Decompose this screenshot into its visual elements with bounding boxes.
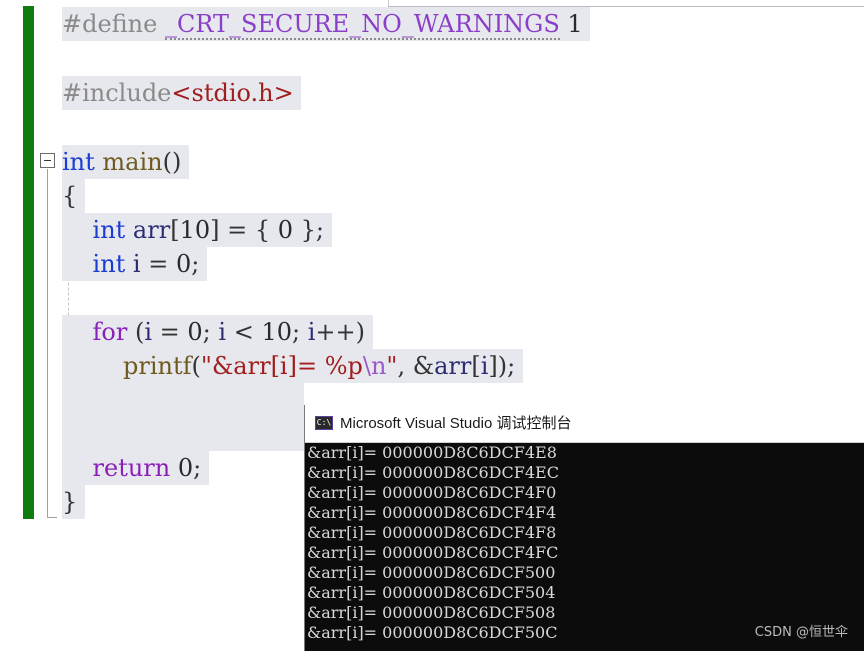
code-line-blank-3 [62, 417, 304, 451]
close-brace: } [62, 488, 78, 516]
keyword-return: return [92, 454, 171, 482]
punct: }; [293, 216, 325, 244]
keyword-int: int [92, 250, 126, 278]
punct: ; [202, 318, 219, 346]
function-call: printf [123, 352, 192, 380]
keyword-for: for [92, 318, 128, 346]
punct: ++) [315, 318, 365, 346]
console-output-line: &arr[i]= 000000D8C6DCF508 [307, 603, 556, 622]
punct: ] = { [210, 216, 278, 244]
code-line-printf: printf("&arr[i]= %p\n", &arr[i]); [62, 349, 523, 383]
code-line-blank-2 [62, 383, 304, 417]
punct: ; [292, 318, 308, 346]
string-literal: "&arr[i]= %p [200, 352, 363, 380]
identifier: i [218, 318, 227, 346]
code-line-return: return 0; [62, 451, 209, 485]
console-output-line: &arr[i]= 000000D8C6DCF4F4 [307, 503, 557, 522]
number: 10 [179, 216, 211, 244]
console-output-line: &arr[i]= 000000D8C6DCF500 [307, 563, 556, 582]
code-line-define: #define _CRT_SECURE_NO_WARNINGS 1 [62, 7, 591, 41]
macro-name: _CRT_SECURE_NO_WARNINGS [164, 10, 560, 40]
console-output-line: &arr[i]= 000000D8C6DCF4F8 [307, 523, 557, 542]
identifier: i [144, 318, 153, 346]
number: 0 [177, 454, 194, 482]
console-output-line: &arr[i]= 000000D8C6DCF4F0 [307, 483, 557, 502]
identifier: i [125, 250, 141, 278]
code-line-close-brace: } [62, 485, 85, 519]
console-output-line: &arr[i]= 000000D8C6DCF504 [307, 583, 556, 602]
console-app-icon: C:\ [315, 416, 333, 430]
console-output-line: &arr[i]= 000000D8C6DCF4FC [307, 543, 559, 562]
code-line-for: for (i = 0; i < 10; i++) [62, 315, 373, 349]
punct: , & [397, 352, 435, 380]
punct: ( [127, 318, 145, 346]
code-line-include: #include<stdio.h> [62, 76, 302, 110]
number: 0 [277, 216, 294, 244]
include-header: <stdio.h> [171, 79, 294, 107]
escape-sequence: \n [362, 352, 387, 380]
punct: ; [193, 454, 202, 482]
number: 0 [175, 250, 192, 278]
preprocessor-directive: #include [62, 79, 172, 107]
punct: ; [191, 250, 200, 278]
watermark: CSDN @恒世伞 [754, 625, 848, 640]
preprocessor-directive: #define [62, 10, 165, 38]
open-brace: { [62, 182, 78, 210]
parens: () [162, 148, 182, 176]
number: 10 [261, 318, 292, 346]
identifier: arr [125, 216, 171, 244]
keyword-int: int [62, 148, 95, 176]
console-output[interactable]: &arr[i]= 000000D8C6DCF4E8 &arr[i]= 00000… [307, 443, 863, 643]
macro-value: 1 [559, 10, 583, 38]
console-titlebar[interactable]: C:\ Microsoft Visual Studio 调试控制台 [305, 405, 864, 443]
identifier: arr [434, 352, 472, 380]
code-line-main: int main() [62, 145, 189, 179]
console-output-line: &arr[i]= 000000D8C6DCF4EC [307, 463, 559, 482]
punct: ]); [488, 352, 516, 380]
punct: = [152, 318, 188, 346]
punct: < [226, 318, 262, 346]
number: 0 [187, 318, 203, 346]
console-output-line: &arr[i]= 000000D8C6DCF4E8 [307, 443, 557, 462]
code-line-arr-decl: int arr[10] = { 0 }; [62, 213, 332, 247]
debug-console-window[interactable]: C:\ Microsoft Visual Studio 调试控制台 &arr[i… [304, 405, 864, 651]
code-line-i-decl: int i = 0; [62, 247, 207, 281]
string-literal: " [386, 352, 398, 380]
function-name: main [102, 148, 163, 176]
code-line-open-brace: { [62, 179, 85, 213]
punct: [ [471, 352, 481, 380]
keyword-int: int [92, 216, 126, 244]
punct: = [140, 250, 176, 278]
punct: [ [170, 216, 180, 244]
punct: ( [191, 352, 201, 380]
console-title: Microsoft Visual Studio 调试控制台 [340, 415, 572, 432]
